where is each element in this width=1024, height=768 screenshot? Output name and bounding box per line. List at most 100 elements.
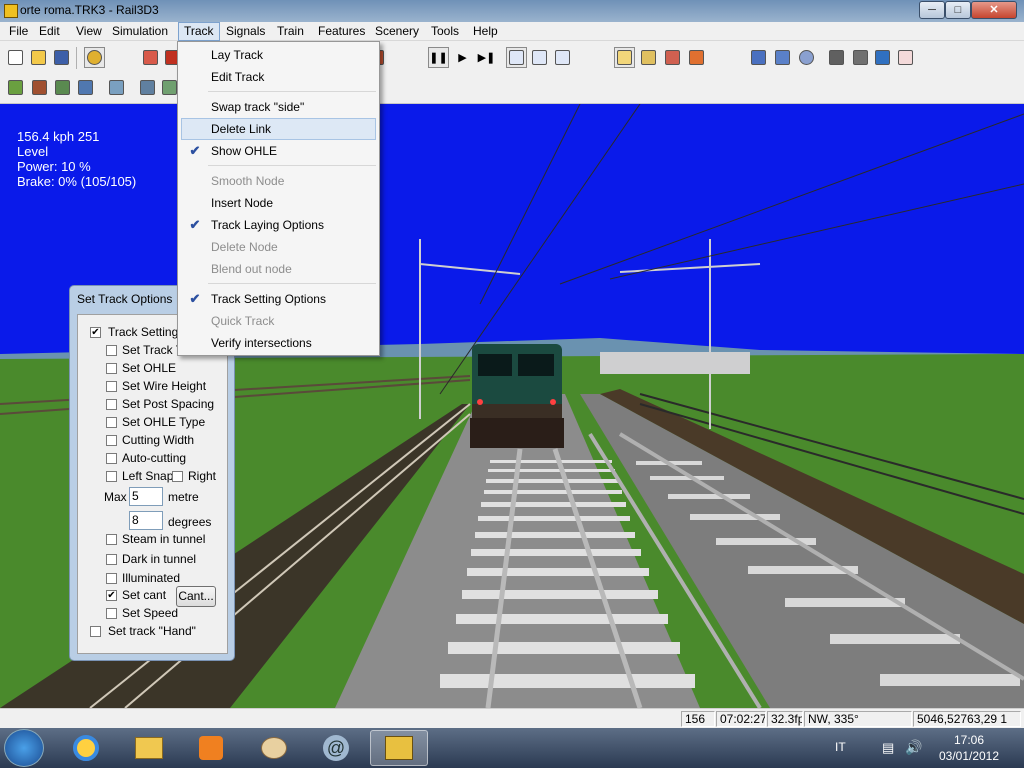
option-checkbox[interactable] [106,453,117,464]
terrain-flatten-icon[interactable] [75,77,96,98]
system-clock[interactable]: 17:06 03/01/2012 [935,732,1003,764]
speed-x1-icon[interactable] [506,47,527,68]
menu-edit[interactable]: Edit [34,22,65,41]
undo-icon[interactable] [895,47,916,68]
option-checkbox[interactable] [106,534,117,545]
panel-body: ✔ Track Setting ( Left Snap Right Max 5 … [77,314,228,654]
open-folder-icon[interactable] [28,47,49,68]
menu-item-label: Insert Node [211,196,274,210]
option-checkbox[interactable] [106,399,117,410]
menu-item-label: Blend out node [211,262,292,276]
track-menu-item-blend-out-node: Blend out node [181,258,376,280]
menu-simulation[interactable]: Simulation [107,22,173,41]
new-file-icon[interactable] [5,47,26,68]
track-setting-checkbox[interactable]: ✔ [90,327,101,338]
speed-x5-icon[interactable] [552,47,573,68]
camera-icon[interactable] [748,47,769,68]
option-checkbox[interactable] [106,417,117,428]
minimize-button[interactable]: ─ [919,1,945,19]
track-menu-item-show-ohle[interactable]: ✔ Show OHLE [181,140,376,162]
set-cant-label: Set cant [122,588,167,602]
status-cell-heading: NW, 335° [804,711,912,727]
hud-grade: Level [17,144,49,159]
set-track-hand-checkbox[interactable] [90,626,101,637]
terrain-raise-icon[interactable] [5,77,26,98]
close-button[interactable]: ✕ [971,1,1017,19]
maximize-button[interactable]: □ [945,1,971,19]
email-icon[interactable]: @ [307,730,365,766]
menu-item-label: Track Setting Options [211,292,326,306]
file-explorer-icon[interactable] [120,730,178,766]
terrain-icon[interactable] [850,47,871,68]
track-menu-item-smooth-node: Smooth Node [181,170,376,192]
paint-icon[interactable] [245,730,303,766]
menu-scenery[interactable]: Scenery [370,22,424,41]
option-checkbox[interactable] [106,435,117,446]
max-label: Max [104,490,127,504]
arrows-icon[interactable] [686,47,707,68]
play-icon[interactable]: ▶ [452,47,473,68]
degrees-input[interactable]: 8 [129,511,163,530]
left-snap-checkbox[interactable] [106,471,117,482]
coin-icon[interactable] [84,47,105,68]
right-label: Right [188,469,217,483]
menu-tools[interactable]: Tools [426,22,464,41]
track-menu-item-lay-track[interactable]: Lay Track [181,44,376,66]
step-forward-icon[interactable]: ▶❚ [476,47,497,68]
track-menu-item-verify-intersections[interactable]: Verify intersections [181,332,376,354]
cant-button[interactable]: Cant... [176,586,216,607]
mountain-icon[interactable] [826,47,847,68]
track-menu-item-edit-track[interactable]: Edit Track [181,66,376,88]
option-checkbox[interactable] [106,381,117,392]
menu-item-label: Delete Node [211,240,278,254]
track-dropdown-menu: Lay Track Edit Track Swap track "side" Dele… [177,41,380,356]
track-menu-item-track-setting-options[interactable]: ✔ Track Setting Options [181,288,376,310]
menu-file[interactable]: File [4,22,33,41]
max-input[interactable]: 5 [129,487,163,506]
terrain-paint-icon[interactable] [106,77,127,98]
network-icon[interactable]: ▤ [882,740,894,756]
terrain-smooth-icon[interactable] [52,77,73,98]
internet-explorer-icon[interactable] [57,730,115,766]
volume-icon[interactable]: 🔊 [905,739,922,756]
menu-features[interactable]: Features [313,22,370,41]
option-checkbox[interactable] [106,363,117,374]
edit-icon[interactable] [638,47,659,68]
menu-item-label: Track Laying Options [211,218,324,232]
menu-help[interactable]: Help [468,22,503,41]
speed-x2-icon[interactable] [529,47,550,68]
check-icon[interactable] [872,47,893,68]
track-tool-icon[interactable] [140,47,161,68]
pause-icon[interactable]: ❚❚ [428,47,449,68]
terrain-lower-icon[interactable] [29,77,50,98]
timetable-icon[interactable] [614,47,635,68]
option-checkbox[interactable] [106,345,117,356]
rail3d-taskbar-icon[interactable] [370,730,428,766]
menu-train[interactable]: Train [272,22,309,41]
view-train-icon[interactable] [772,47,793,68]
degrees-unit-label: degrees [168,515,212,529]
track-menu-item-delete-link[interactable]: Delete Link [181,118,376,140]
option-checkbox[interactable] [106,573,117,584]
track-menu-item-swap-track-side[interactable]: Swap track "side" [181,96,376,118]
rail3d-app-icon[interactable] [4,4,18,18]
set-speed-checkbox[interactable] [106,608,117,619]
save-disk-icon[interactable] [51,47,72,68]
status-bar: 156 07:02:27 32.3fp NW, 335° 5046,52763,… [0,708,1024,728]
menu-signals[interactable]: Signals [221,22,270,41]
clock-icon[interactable] [796,47,817,68]
terrain-grid-icon[interactable] [137,77,158,98]
route-icon[interactable] [662,47,683,68]
language-indicator[interactable]: IT [835,740,846,754]
right-checkbox[interactable] [172,471,183,482]
set-speed-label: Set Speed [122,606,179,620]
menu-view[interactable]: View [71,22,107,41]
media-player-icon[interactable] [182,730,240,766]
menu-item-label: Verify intersections [211,336,312,350]
track-menu-item-track-laying-options[interactable]: ✔ Track Laying Options [181,214,376,236]
set-cant-checkbox[interactable]: ✔ [106,590,117,601]
option-checkbox[interactable] [106,553,117,565]
track-menu-item-insert-node[interactable]: Insert Node [181,192,376,214]
start-button[interactable] [4,729,44,767]
menu-track[interactable]: Track [178,22,220,41]
